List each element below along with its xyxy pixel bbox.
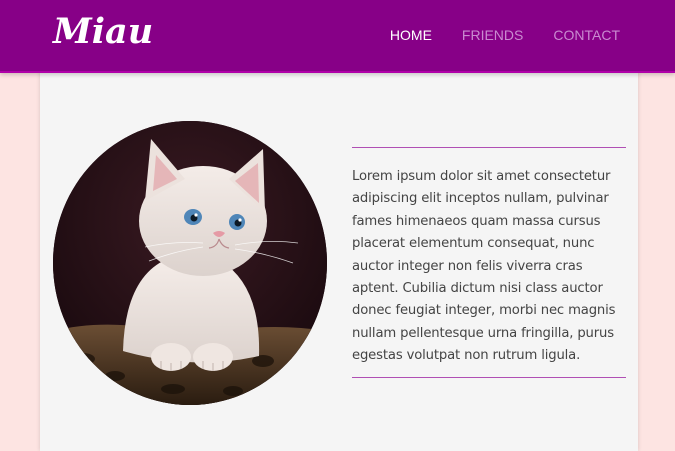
site-header: Miau HOME FRIENDS CONTACT bbox=[0, 0, 675, 73]
nav-link-contact[interactable]: CONTACT bbox=[553, 25, 620, 45]
divider-bottom bbox=[352, 377, 626, 378]
kitten-photo bbox=[53, 121, 327, 405]
nav-link-home[interactable]: HOME bbox=[390, 25, 432, 45]
divider-top bbox=[352, 147, 626, 148]
main-content: Lorem ipsum dolor sit amet consectetur a… bbox=[40, 71, 638, 451]
main-nav: HOME FRIENDS CONTACT bbox=[390, 25, 620, 45]
article-paragraph: Lorem ipsum dolor sit amet consectetur a… bbox=[352, 169, 616, 364]
logo[interactable]: Miau bbox=[53, 7, 153, 57]
nav-link-friends[interactable]: FRIENDS bbox=[462, 25, 523, 45]
kitten-photo-icon bbox=[53, 121, 327, 405]
